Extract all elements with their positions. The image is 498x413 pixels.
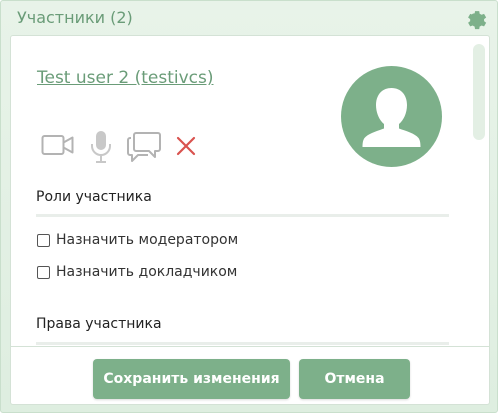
scrollbar-thumb[interactable]	[473, 44, 485, 140]
gear-icon[interactable]	[463, 6, 487, 30]
cancel-button[interactable]: Отмена	[299, 359, 410, 399]
moderator-checkbox[interactable]	[37, 233, 50, 247]
video-camera-icon[interactable]	[41, 130, 75, 164]
roles-heading: Роли участника	[36, 189, 152, 205]
moderator-label: Назначить модератором	[56, 232, 239, 248]
user-silhouette-icon	[341, 66, 442, 167]
assign-presenter-option[interactable]: Назначить докладчиком	[37, 264, 237, 280]
divider	[36, 342, 449, 345]
assign-moderator-option[interactable]: Назначить модератором	[37, 232, 238, 248]
presenter-checkbox[interactable]	[37, 265, 50, 279]
close-x-icon[interactable]	[175, 135, 197, 161]
chat-bubbles-icon[interactable]	[127, 129, 163, 167]
microphone-icon[interactable]	[89, 130, 113, 168]
rights-heading: Права участника	[36, 316, 162, 332]
divider	[36, 214, 449, 217]
scrollbar[interactable]	[473, 40, 485, 342]
presenter-label: Назначить докладчиком	[56, 264, 238, 280]
participants-window: Участники (2) Test user 2 (testivcs) Рол…	[0, 0, 498, 413]
save-changes-button[interactable]: Сохранить изменения	[93, 359, 290, 399]
window-title: Участники (2)	[17, 8, 133, 27]
participant-details-panel: Test user 2 (testivcs) Роли участника На…	[10, 35, 490, 347]
user-name-link[interactable]: Test user 2 (testivcs)	[37, 68, 213, 88]
